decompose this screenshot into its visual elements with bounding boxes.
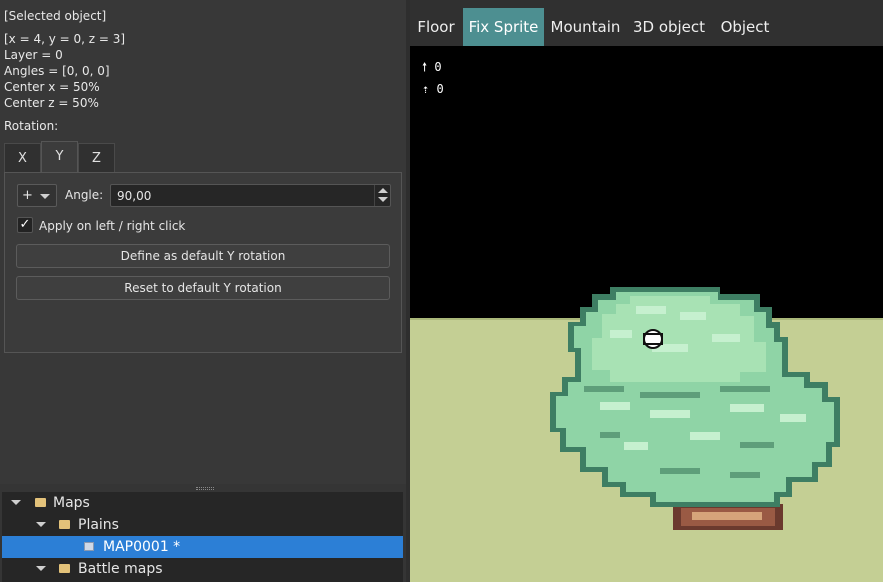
up-plus-arrow-icon: ⇡	[422, 82, 430, 96]
expand-arrow-icon[interactable]	[36, 566, 46, 571]
spin-buttons	[374, 185, 390, 206]
editor-tab-bar: Floor Fix Sprite Mountain 3D object Obje…	[410, 0, 883, 46]
tab-object[interactable]: Object	[713, 8, 777, 46]
left-panel: [Selected object] [x = 4, y = 0, z = 3] …	[0, 0, 406, 582]
rotation-label: Rotation:	[4, 119, 59, 133]
center-z-readout: Center z = 50%	[4, 96, 99, 110]
tree-item-maps[interactable]: Maps	[2, 492, 403, 514]
tab-mountain[interactable]: Mountain	[546, 8, 625, 46]
hud-height-plus-value: 0	[436, 82, 444, 96]
bush-sprite[interactable]	[540, 282, 860, 552]
define-default-rotation-button[interactable]: Define as default Y rotation	[16, 244, 390, 268]
up-arrow-icon: 🠕	[422, 60, 428, 74]
tab-y[interactable]: Y	[41, 141, 78, 173]
reset-default-rotation-button[interactable]: Reset to default Y rotation	[16, 276, 390, 300]
position-readout: [x = 4, y = 0, z = 3]	[4, 32, 126, 46]
bush-trunk	[673, 504, 783, 530]
expand-arrow-icon[interactable]	[36, 522, 46, 527]
angles-readout: Angles = [0, 0, 0]	[4, 64, 110, 78]
map-tree: Maps Plains MAP0001 * Battle maps	[2, 492, 403, 582]
hud-height-value: 0	[434, 60, 442, 74]
tree-item-label: Plains	[78, 517, 119, 533]
tree-item-label: Battle maps	[78, 561, 163, 577]
sign-combo-value: +	[22, 188, 33, 203]
sign-combo[interactable]: +	[17, 184, 57, 207]
checkmark-icon: ✓	[19, 217, 31, 232]
tree-item-label: MAP0001 *	[103, 539, 181, 555]
folder-icon	[35, 498, 46, 507]
selected-object-header: [Selected object]	[4, 9, 107, 23]
tree-item-battle-maps[interactable]: Battle maps	[2, 558, 403, 580]
expand-arrow-icon[interactable]	[11, 500, 21, 505]
angle-value: 90,00	[117, 189, 152, 203]
apply-label: Apply on left / right click	[39, 219, 186, 233]
tab-fix-sprite[interactable]: Fix Sprite	[463, 8, 544, 46]
tree-item-map0001[interactable]: MAP0001 *	[2, 536, 403, 558]
tab-z[interactable]: Z	[78, 143, 115, 172]
spin-up-icon[interactable]	[378, 188, 388, 193]
panel-resize-handle[interactable]	[196, 487, 214, 490]
tab-3d-object[interactable]: 3D object	[628, 8, 710, 46]
tab-x[interactable]: X	[4, 143, 41, 172]
properties-panel: [Selected object] [x = 4, y = 0, z = 3] …	[0, 0, 406, 484]
map-editor: Floor Fix Sprite Mountain 3D object Obje…	[410, 0, 883, 582]
tree-item-label: Maps	[53, 495, 90, 511]
angle-label: Angle:	[65, 188, 104, 202]
folder-icon	[59, 564, 70, 573]
rotation-tab-panel: + Angle: 90,00 ✓ Apply on left / right c…	[4, 172, 402, 353]
layer-readout: Layer = 0	[4, 48, 63, 62]
angle-spinbox[interactable]: 90,00	[110, 184, 391, 207]
bush-foliage	[550, 287, 840, 507]
apply-checkbox[interactable]: ✓	[17, 217, 33, 233]
map-icon	[84, 542, 94, 551]
center-x-readout: Center x = 50%	[4, 80, 100, 94]
chevron-down-icon	[40, 194, 50, 199]
tab-floor[interactable]: Floor	[410, 8, 462, 46]
spin-down-icon[interactable]	[378, 197, 388, 202]
cursor-icon	[643, 329, 663, 349]
hud-height: 🠕 0	[422, 58, 442, 79]
folder-icon	[59, 520, 70, 529]
tree-item-plains[interactable]: Plains	[2, 514, 403, 536]
hud-height-plus: ⇡ 0	[422, 82, 444, 96]
